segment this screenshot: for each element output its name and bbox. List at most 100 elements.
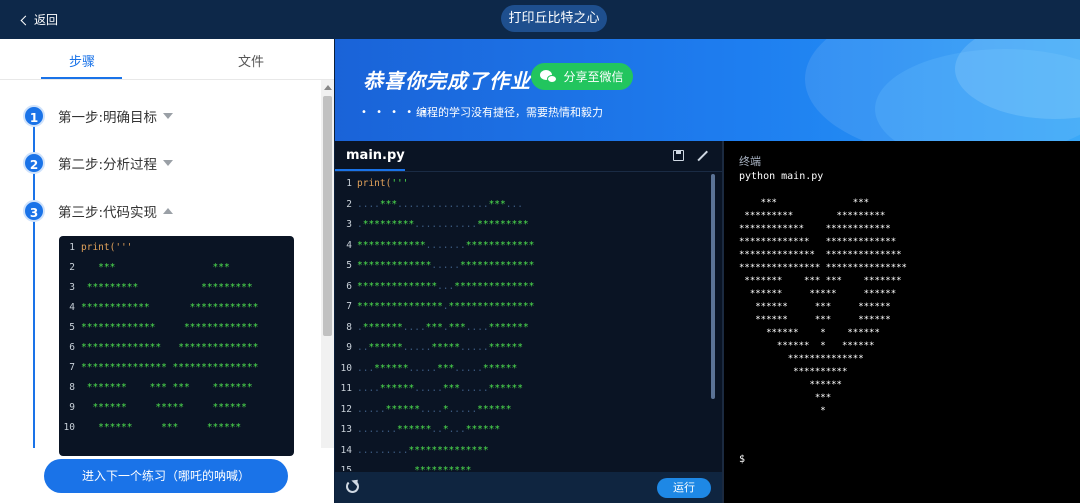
tab-steps[interactable]: 步骤 (69, 51, 95, 70)
code-token: *** (488, 198, 506, 210)
code-token: ................ (397, 198, 489, 210)
line-text: ************.......************ (357, 236, 534, 256)
terminal-title: 终端 (739, 155, 761, 168)
code-token: *** (448, 321, 466, 333)
code-token: .... (357, 198, 380, 210)
scroll-thumb[interactable] (323, 96, 332, 336)
back-label: 返回 (34, 13, 59, 27)
terminal-output: *** *** ********* ********* ************… (739, 198, 907, 416)
top-bar: 返回 打印丘比特之心 (0, 0, 1080, 39)
code-token: .... (465, 321, 489, 333)
line-number: 5 (346, 260, 352, 271)
code-line: 2 *** *** (59, 262, 294, 276)
code-token: ..... (431, 260, 460, 271)
code-token: ****** (488, 342, 523, 353)
code-token: ************** (454, 280, 535, 292)
next-exercise-button[interactable]: 进入下一个练习（哪吒的呐喊） (44, 459, 288, 493)
code-token: ..... (414, 383, 443, 394)
code-line: 4 ************ ************ (59, 302, 294, 316)
line-text: .*******....***.***....******* (357, 318, 529, 338)
line-text: ....***................***... (357, 195, 523, 215)
wechat-icon (540, 69, 558, 84)
back-button[interactable]: 返回 (20, 11, 59, 28)
code-line: 13 .......******..*...****** (335, 420, 715, 440)
code-line: 1 print(''' (59, 242, 294, 256)
code-token: .... (357, 383, 380, 394)
line-text: ***************.*************** (357, 297, 534, 317)
step-code-preview: 1 print(''' 2 *** *** 3 ********* *******… (59, 236, 294, 456)
code-line: 3 .*********...........********* (335, 215, 715, 235)
code-token: .......... (357, 465, 415, 471)
code-token: ..... (460, 342, 489, 353)
line-text: *** *** (81, 262, 230, 273)
line-text: ************ ************ (81, 302, 259, 313)
step-label: 第一步:明确目标 (58, 110, 158, 126)
line-text: *************.....************* (357, 256, 534, 276)
step-3[interactable]: 3 第三步:代码实现 (23, 200, 174, 222)
left-panel: 步骤 文件 1 第一步:明确目标 2 第二步:分析过程 3 第三步:代码实现 1… (0, 39, 334, 503)
code-line: 1 print(''' (335, 174, 715, 194)
line-text: ****** *** ****** (81, 422, 242, 433)
step-number: 2 (23, 152, 45, 174)
code-token: .... (419, 403, 443, 415)
code-token: ********* (362, 219, 415, 230)
code-token: ****** (385, 403, 420, 415)
code-token: print( (357, 178, 392, 189)
code-token: ........... (414, 219, 478, 230)
code-token: ******* (488, 321, 529, 333)
editor-scrollbar[interactable] (711, 174, 715, 399)
code-token: ****** (488, 383, 523, 394)
line-number: 1 (69, 242, 75, 253)
code-token: *************** (448, 301, 535, 312)
code-token: ''' (391, 178, 409, 189)
caret-down-icon (163, 160, 174, 166)
refresh-icon[interactable] (346, 480, 359, 493)
expand-icon[interactable] (696, 151, 706, 161)
code-line: 8 .*******....***.***....******* (335, 318, 715, 338)
code-token: ****** (477, 403, 512, 415)
code-token: *** (442, 383, 460, 394)
line-text: ************* ************* (81, 322, 259, 333)
line-text: .....******....*.....****** (357, 400, 512, 420)
tab-files[interactable]: 文件 (238, 51, 264, 70)
code-token: ********** (414, 465, 472, 471)
line-number: 4 (69, 302, 75, 313)
line-number: 11 (340, 383, 352, 394)
scroll-up-icon[interactable] (324, 85, 332, 90)
code-token: ... (505, 198, 523, 210)
code-token: ... (448, 424, 466, 435)
active-tab-indicator (41, 77, 122, 79)
step-label: 第三步:代码实现 (58, 205, 158, 221)
code-token: *** (437, 362, 455, 374)
code-line: 5 *************.....************* (335, 256, 715, 276)
code-token: *************** (357, 301, 443, 312)
page-title: 打印丘比特之心 (501, 5, 607, 32)
caret-down-icon (163, 113, 174, 119)
line-text: .*********...........********* (357, 215, 529, 235)
code-token: ****** (368, 342, 403, 353)
line-text: ..........********** (357, 461, 471, 471)
code-area[interactable]: 1 print(''' 2 ....***................***...… (335, 174, 715, 471)
code-token: ... (357, 362, 375, 374)
congrats-title: 恭喜你完成了作业 (363, 69, 531, 93)
line-number: 5 (69, 322, 75, 333)
code-token: .... (402, 321, 426, 333)
code-line: 14 .........************** (335, 441, 715, 461)
terminal-prompt[interactable]: $ (739, 454, 745, 465)
code-token: ************** (357, 280, 438, 292)
left-scrollbar[interactable] (321, 80, 334, 448)
code-token: *** (379, 198, 398, 210)
code-token: ****** (374, 362, 409, 374)
step-2[interactable]: 2 第二步:分析过程 (23, 152, 174, 174)
file-tab-main-py[interactable]: main.py (346, 148, 405, 163)
line-number: 10 (340, 362, 352, 374)
code-token: ************ (465, 239, 535, 251)
step-1[interactable]: 1 第一步:明确目标 (23, 105, 174, 127)
save-icon[interactable] (673, 150, 684, 161)
code-token: ****** (397, 424, 432, 435)
run-button[interactable]: 运行 (657, 478, 711, 498)
step-number: 1 (23, 105, 45, 127)
code-token: *** (425, 321, 443, 333)
code-line: 7 *************** *************** (59, 362, 294, 376)
share-wechat-button[interactable]: 分享至微信 (531, 63, 633, 90)
